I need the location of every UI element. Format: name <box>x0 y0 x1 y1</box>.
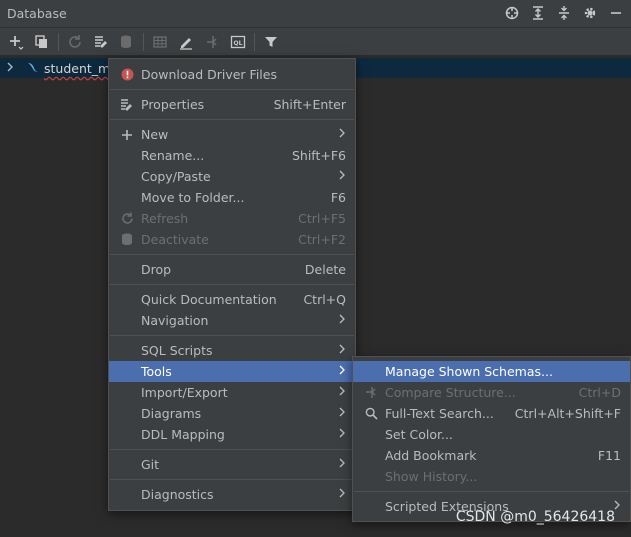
chevron-right-icon <box>339 314 346 327</box>
submenu-item-manage-shown-schemas[interactable]: Manage Shown Schemas... <box>353 361 630 382</box>
tree-node-label: student_ma <box>44 60 118 76</box>
submenu-item-show-history[interactable]: Show History... <box>353 466 630 487</box>
refresh-icon <box>120 212 134 226</box>
menu-separator <box>110 284 354 285</box>
gear-icon[interactable] <box>581 4 599 22</box>
chevron-right-icon <box>339 365 346 378</box>
jump-icon[interactable] <box>201 31 223 53</box>
menu-separator <box>110 335 354 336</box>
search-icon <box>364 407 378 421</box>
submenu-item-full-text-search[interactable]: Full-Text Search... Ctrl+Alt+Shift+F <box>353 403 630 424</box>
menu-item-deactivate[interactable]: Deactivate Ctrl+F2 <box>109 229 355 250</box>
compare-icon <box>364 386 378 400</box>
toolbar-separator <box>58 32 59 51</box>
submenu-item-set-color[interactable]: Set Color... <box>353 424 630 445</box>
menu-item-copy-paste[interactable]: Copy/Paste <box>109 166 355 187</box>
mysql-dolphin-icon <box>26 60 40 77</box>
add-icon[interactable] <box>5 31 27 53</box>
error-icon <box>120 68 134 82</box>
menu-item-refresh[interactable]: Refresh Ctrl+F5 <box>109 208 355 229</box>
menu-separator <box>110 254 354 255</box>
menu-item-import-export[interactable]: Import/Export <box>109 382 355 403</box>
collapse-all-icon[interactable] <box>555 4 573 22</box>
menu-separator <box>110 89 354 90</box>
refresh-icon[interactable] <box>64 31 86 53</box>
submenu-item-compare-structure[interactable]: Compare Structure... Ctrl+D <box>353 382 630 403</box>
menu-separator <box>354 491 629 492</box>
chevron-right-icon <box>339 428 346 441</box>
plus-icon <box>120 128 134 142</box>
chevron-right-icon <box>339 128 346 141</box>
menu-item-git[interactable]: Git <box>109 454 355 475</box>
chevron-right-icon <box>339 407 346 420</box>
context-menu: Download Driver Files Properties Shift+E… <box>108 58 356 511</box>
ql-console-icon[interactable]: QL <box>227 31 249 53</box>
watermark: CSDN @m0_56426418 <box>455 509 615 525</box>
menu-item-diagnostics[interactable]: Diagnostics <box>109 484 355 505</box>
database-toolbar: QL <box>0 28 631 56</box>
minimize-icon[interactable] <box>607 4 625 22</box>
menu-item-diagrams[interactable]: Diagrams <box>109 403 355 424</box>
tool-window-title: Database <box>7 6 67 21</box>
menu-separator <box>110 119 354 120</box>
menu-item-move-to-folder[interactable]: Move to Folder... F6 <box>109 187 355 208</box>
chevron-right-icon <box>339 344 346 357</box>
chevron-right-icon <box>339 488 346 501</box>
header-actions <box>503 4 625 22</box>
table-icon[interactable] <box>149 31 171 53</box>
toolbar-separator <box>254 32 255 51</box>
chevron-right-icon <box>339 170 346 183</box>
expand-all-icon[interactable] <box>529 4 547 22</box>
properties-icon <box>120 98 134 112</box>
deactivate-icon[interactable] <box>116 31 138 53</box>
menu-item-tools[interactable]: Tools <box>109 361 355 382</box>
chevron-right-icon <box>614 500 621 513</box>
submenu-item-add-bookmark[interactable]: Add Bookmark F11 <box>353 445 630 466</box>
menu-item-quick-documentation[interactable]: Quick Documentation Ctrl+Q <box>109 289 355 310</box>
menu-item-navigation[interactable]: Navigation <box>109 310 355 331</box>
menu-item-sql-scripts[interactable]: SQL Scripts <box>109 340 355 361</box>
deactivate-icon <box>120 233 134 247</box>
filter-icon[interactable] <box>260 31 282 53</box>
menu-item-rename[interactable]: Rename... Shift+F6 <box>109 145 355 166</box>
menu-separator <box>110 449 354 450</box>
menu-separator <box>110 479 354 480</box>
chevron-right-icon <box>339 386 346 399</box>
crosshair-icon[interactable] <box>503 4 521 22</box>
duplicate-icon[interactable] <box>31 31 53 53</box>
menu-item-properties[interactable]: Properties Shift+Enter <box>109 94 355 115</box>
menu-item-new[interactable]: New <box>109 124 355 145</box>
chevron-right-icon <box>339 458 346 471</box>
svg-text:QL: QL <box>234 40 243 47</box>
chevron-right-icon[interactable] <box>6 62 18 75</box>
menu-item-download-driver-files[interactable]: Download Driver Files <box>109 64 355 85</box>
menu-item-drop[interactable]: Drop Delete <box>109 259 355 280</box>
tools-submenu: Manage Shown Schemas... Compare Structur… <box>352 356 631 522</box>
edit-icon[interactable] <box>175 31 197 53</box>
properties-icon[interactable] <box>90 31 112 53</box>
toolbar-separator <box>143 32 144 51</box>
tool-window-header: Database <box>0 0 631 28</box>
menu-item-ddl-mapping[interactable]: DDL Mapping <box>109 424 355 445</box>
